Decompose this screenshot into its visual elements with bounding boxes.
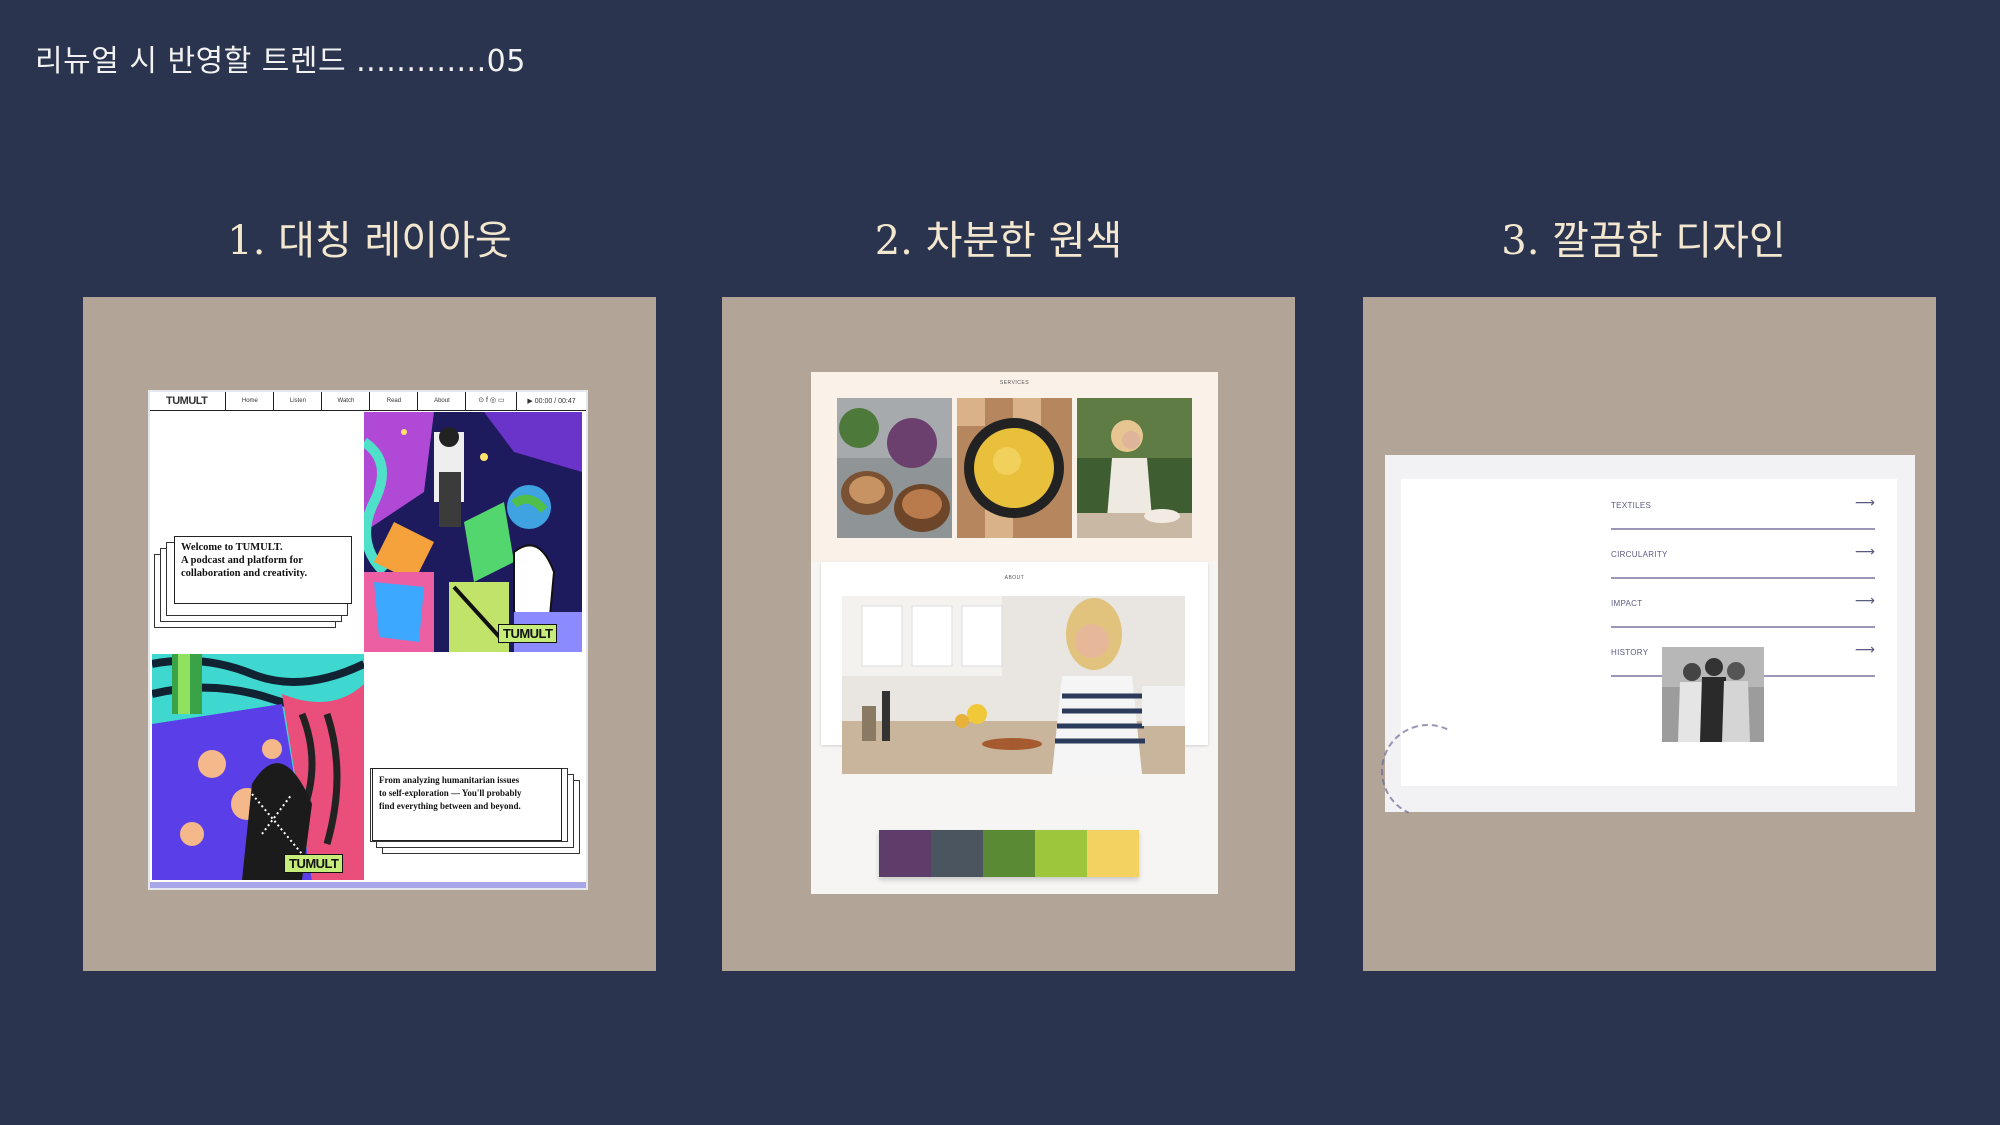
arrow-right-icon: ⟶ <box>1854 495 1875 511</box>
arrow-right-icon: ⟶ <box>1854 642 1875 658</box>
menu-label-history: HISTORY <box>1611 648 1649 657</box>
column-title-symmetric-layout: 1. 대칭 레이아웃 <box>227 218 512 264</box>
about-line-2: to self-exploration — You'll probably <box>379 788 522 798</box>
slide-header: 리뉴얼 시 반영할 트렌드 .............05 <box>35 44 526 79</box>
nav-home: Home <box>226 392 275 410</box>
nav-watch: Watch <box>322 392 371 410</box>
column-title-clean-design: 3. 깔끔한 디자인 <box>1501 218 1786 264</box>
menu-row-textiles: TEXTILES ⟶ <box>1611 479 1875 530</box>
nav-listen: Listen <box>274 392 323 410</box>
nav-about: About <box>418 392 467 410</box>
menu-row-impact: IMPACT ⟶ <box>1611 577 1875 628</box>
photo-woman-outdoor <box>1077 398 1192 538</box>
nav-read: Read <box>370 392 419 410</box>
tumult-tag-bottom: TUMULT <box>284 854 344 873</box>
photo-woman-kitchen <box>842 596 1185 774</box>
welcome-line-3: collaboration and creativity. <box>181 568 308 579</box>
tumult-art-bottom <box>152 654 364 880</box>
about-label: ABOUT <box>1004 575 1025 581</box>
color-palette <box>879 830 1139 877</box>
tumult-website-screenshot: TUMULT Home Listen Watch Read About ⊙ f … <box>150 392 586 888</box>
menu-row-circularity: CIRCULARITY ⟶ <box>1611 528 1875 579</box>
photo-group-bw <box>1662 647 1764 742</box>
photo-soup-bowl <box>957 398 1072 538</box>
welcome-textbox: Welcome to TUMULT. A podcast and platfor… <box>174 536 352 604</box>
tumult-nav: TUMULT Home Listen Watch Read About ⊙ f … <box>150 392 586 411</box>
color-swatch-green <box>983 830 1035 877</box>
clean-design-website-screenshot: TEXTILES ⟶ CIRCULARITY ⟶ IMPACT ⟶ HISTOR… <box>1367 455 1915 832</box>
color-swatch-lime <box>1035 830 1087 877</box>
menu-label-impact: IMPACT <box>1611 599 1643 608</box>
about-section: ABOUT <box>821 562 1208 774</box>
welcome-line-1: Welcome to TUMULT. <box>181 542 283 553</box>
social-icons: ⊙ f ◎ ▭ <box>466 392 518 410</box>
tumult-bottom-bar <box>150 882 586 888</box>
tumult-art-top <box>364 412 582 652</box>
column-title-calm-colors: 2. 차분한 원색 <box>874 218 1123 264</box>
color-swatch-purple <box>879 830 931 877</box>
services-label: SERVICES <box>999 380 1030 386</box>
menu-label-textiles: TEXTILES <box>1611 501 1652 510</box>
photo-food-bowls <box>837 398 952 538</box>
services-section: SERVICES <box>811 372 1218 562</box>
welcome-line-2: A podcast and platform for <box>181 555 303 566</box>
calm-colors-website-screenshot: SERVICES ABOUT <box>811 372 1218 894</box>
player-icon: ▶ 00:00 / 00:47 <box>527 398 576 405</box>
about-line-3: find everything between and beyond. <box>379 801 521 811</box>
arrow-right-icon: ⟶ <box>1854 593 1875 609</box>
color-swatch-yellow <box>1087 830 1139 877</box>
about-line-1: From analyzing humanitarian issues <box>379 775 520 785</box>
color-swatch-slate <box>931 830 983 877</box>
menu-label-circularity: CIRCULARITY <box>1611 550 1668 559</box>
arrow-right-icon: ⟶ <box>1854 544 1875 560</box>
tumult-tag-top: TUMULT <box>498 624 558 643</box>
tumult-logo: TUMULT <box>150 392 227 410</box>
about-textbox: From analyzing humanitarian issues to se… <box>372 768 562 841</box>
clean-design-page: TEXTILES ⟶ CIRCULARITY ⟶ IMPACT ⟶ HISTOR… <box>1367 479 1897 832</box>
